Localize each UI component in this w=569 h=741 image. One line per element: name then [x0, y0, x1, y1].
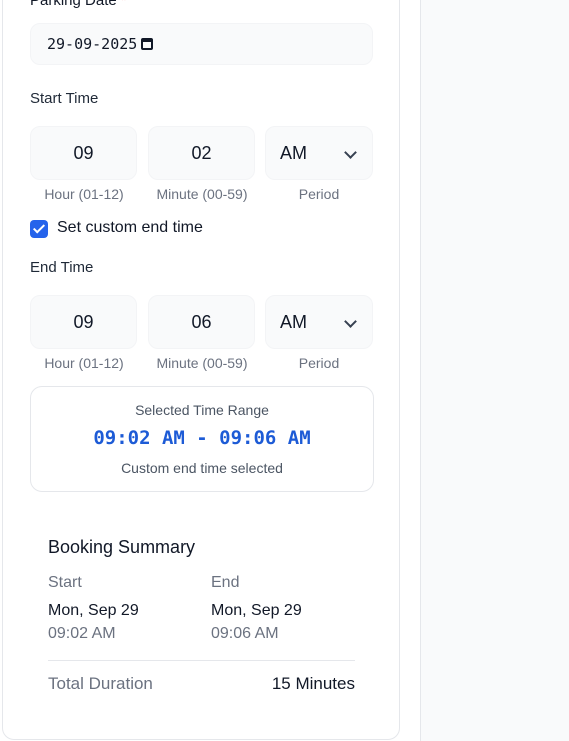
- range-title: Selected Time Range: [135, 402, 269, 418]
- summary-divider: [48, 660, 355, 661]
- end-hour-input[interactable]: 09: [30, 295, 137, 349]
- end-period-hint: Period: [298, 355, 340, 371]
- start-hour-value: 09: [73, 142, 94, 163]
- range-note: Custom end time selected: [121, 460, 283, 476]
- summary-end-label: End: [211, 574, 240, 591]
- range-value: 09:02 AM - 09:06 AM: [93, 427, 311, 449]
- end-minute-value: 06: [191, 311, 212, 332]
- summary-start-date: Mon, Sep 29: [48, 602, 139, 619]
- end-period-select[interactable]: AM: [265, 295, 373, 349]
- parking-date-label-text: Parking Date: [30, 0, 117, 9]
- end-time-label: End Time: [30, 259, 94, 276]
- selected-time-range-box: Selected Time Range 09:02 AM - 09:06 AM …: [30, 386, 374, 492]
- right-panel: [420, 0, 569, 741]
- summary-start-time: 09:02 AM: [48, 625, 116, 642]
- start-minute-hint: Minute (00-59): [156, 186, 248, 202]
- parking-date-label: Parking Date *: [30, 0, 127, 9]
- end-period-value: AM: [280, 311, 307, 332]
- start-period-value: AM: [280, 142, 307, 163]
- summary-end-date: Mon, Sep 29: [211, 602, 302, 619]
- total-duration-label: Total Duration: [48, 674, 153, 693]
- parking-date-input[interactable]: 29-09-2025: [30, 23, 373, 65]
- calendar-icon[interactable]: [141, 38, 154, 50]
- start-time-label: Start Time: [30, 90, 99, 107]
- booking-summary-title: Booking Summary: [48, 537, 196, 557]
- start-minute-value: 02: [191, 142, 212, 163]
- chevron-down-icon: [344, 146, 357, 159]
- end-minute-input[interactable]: 06: [148, 295, 255, 349]
- start-period-select[interactable]: AM: [265, 126, 373, 180]
- start-period-hint: Period: [298, 186, 340, 202]
- end-minute-hint: Minute (00-59): [156, 355, 248, 371]
- start-minute-input[interactable]: 02: [148, 126, 255, 180]
- start-hour-hint: Hour (01-12): [44, 186, 124, 202]
- summary-start-label: Start: [48, 574, 82, 591]
- total-duration-value: 15 Minutes: [271, 674, 355, 693]
- summary-end-time: 09:06 AM: [211, 625, 279, 642]
- parking-date-value: 29-09-2025: [47, 35, 138, 53]
- end-hour-hint: Hour (01-12): [44, 355, 124, 371]
- end-hour-value: 09: [73, 311, 94, 332]
- custom-end-label[interactable]: Set custom end time: [57, 219, 203, 237]
- custom-end-checkbox[interactable]: [30, 220, 48, 238]
- start-hour-input[interactable]: 09: [30, 126, 137, 180]
- required-mark: *: [120, 0, 127, 9]
- chevron-down-icon: [344, 315, 357, 328]
